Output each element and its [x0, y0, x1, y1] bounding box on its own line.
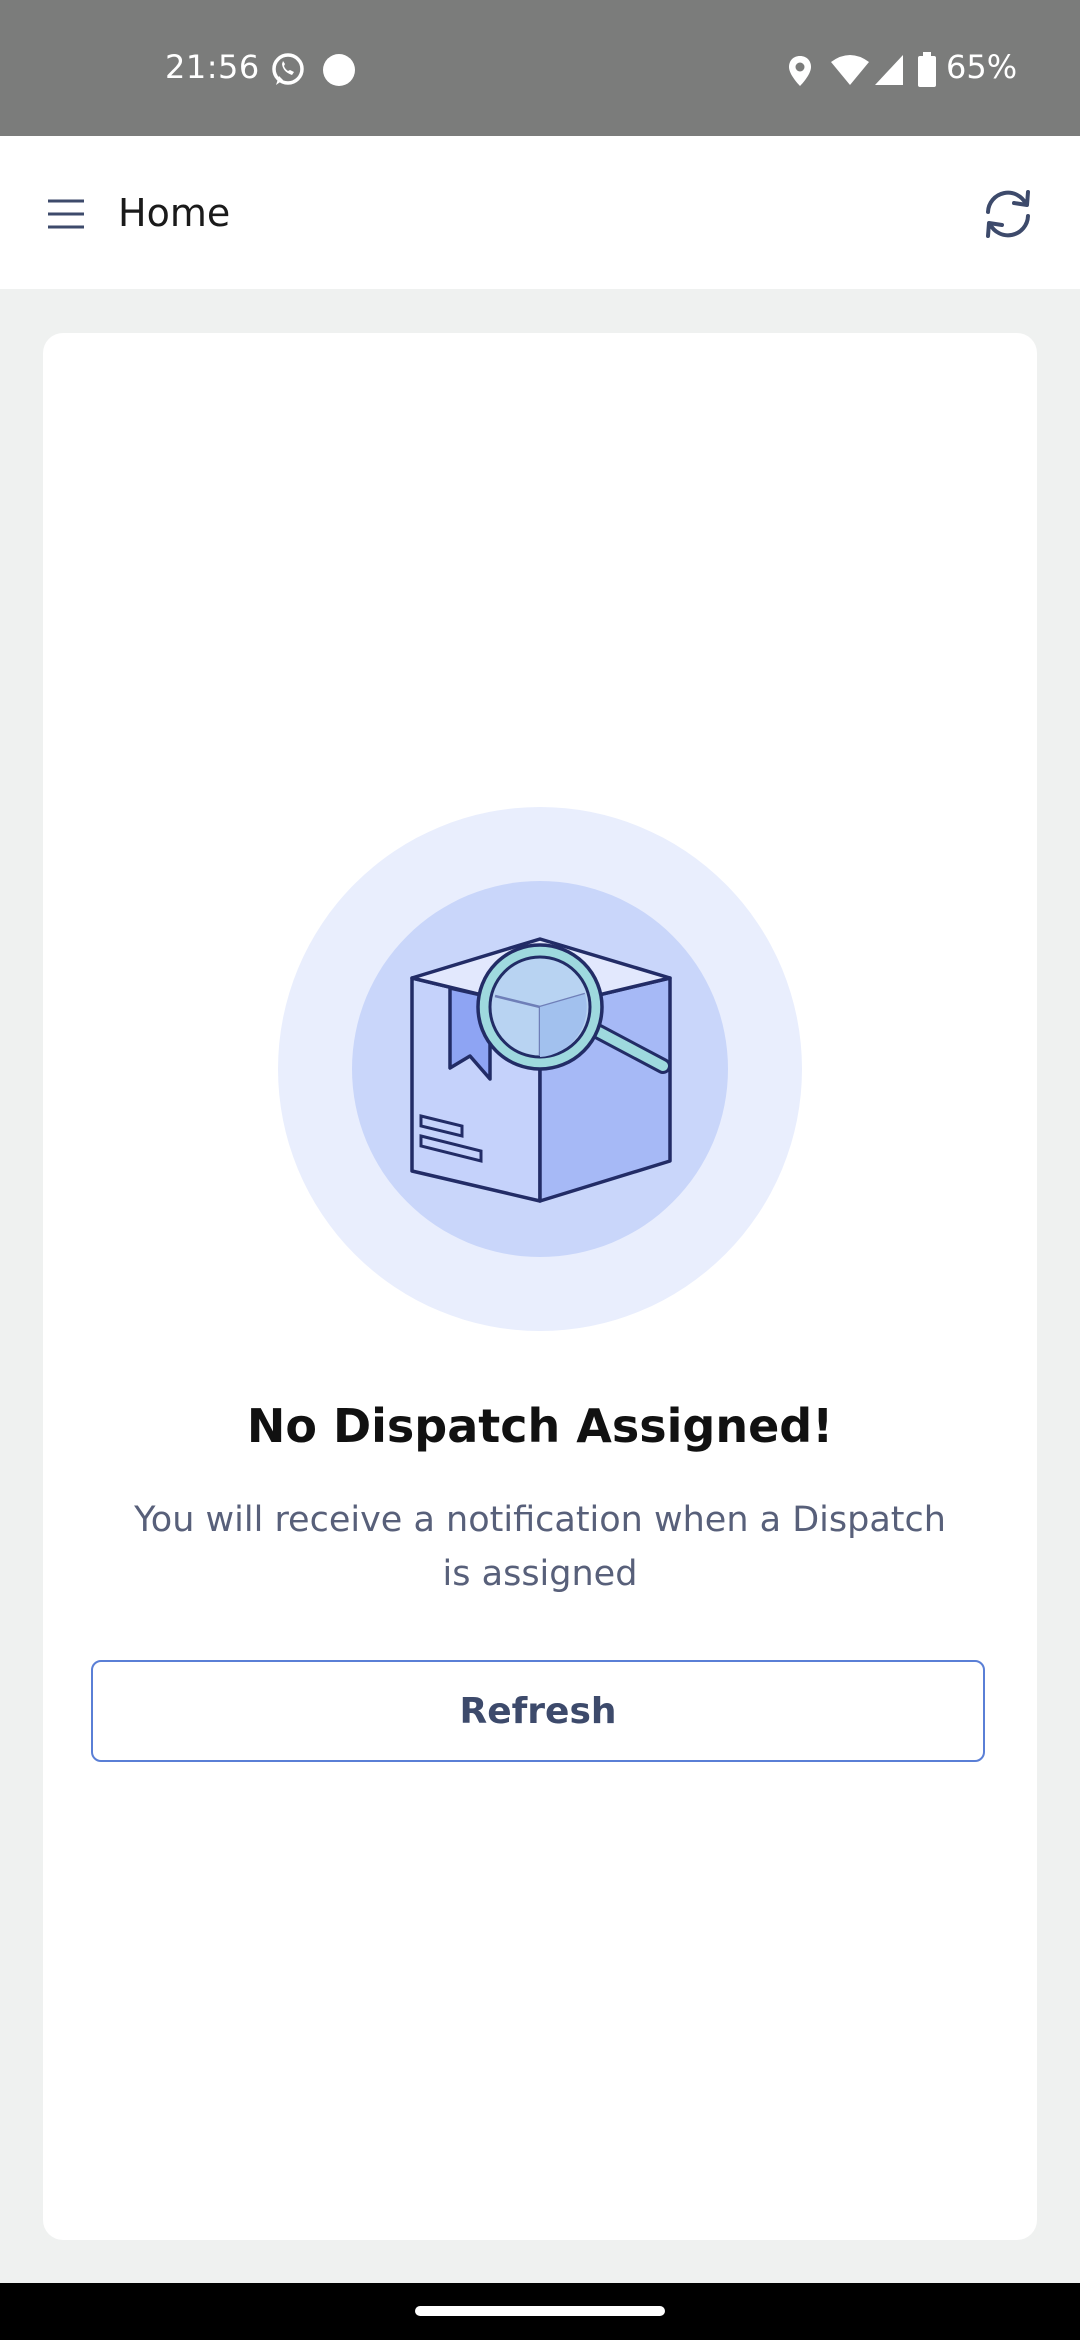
wifi-icon [831, 55, 869, 85]
home-indicator[interactable] [415, 2306, 665, 2316]
battery-icon [918, 52, 936, 87]
status-time: 21:56 [165, 48, 260, 86]
refresh-button[interactable]: Refresh [91, 1660, 985, 1762]
whatsapp-icon [272, 53, 304, 85]
empty-state-subtitle: You will receive a notification when a D… [134, 1500, 946, 1594]
sync-icon [986, 190, 1030, 238]
location-icon [789, 56, 811, 86]
app-bar: Home [0, 136, 1080, 289]
battery-percentage: 65% [946, 48, 1018, 86]
package-search-icon [278, 807, 802, 1331]
empty-state-title: No Dispatch Assigned! [246, 1399, 834, 1453]
page-title: Home [118, 191, 231, 235]
menu-icon [48, 199, 84, 229]
menu-button[interactable] [36, 184, 96, 244]
signal-icon [875, 55, 903, 85]
circle-notification-icon [323, 54, 355, 86]
sync-button[interactable] [976, 182, 1040, 246]
empty-state-card: No Dispatch Assigned! You will receive a… [43, 333, 1037, 2240]
status-bar: 21:56 65% [0, 0, 1080, 136]
